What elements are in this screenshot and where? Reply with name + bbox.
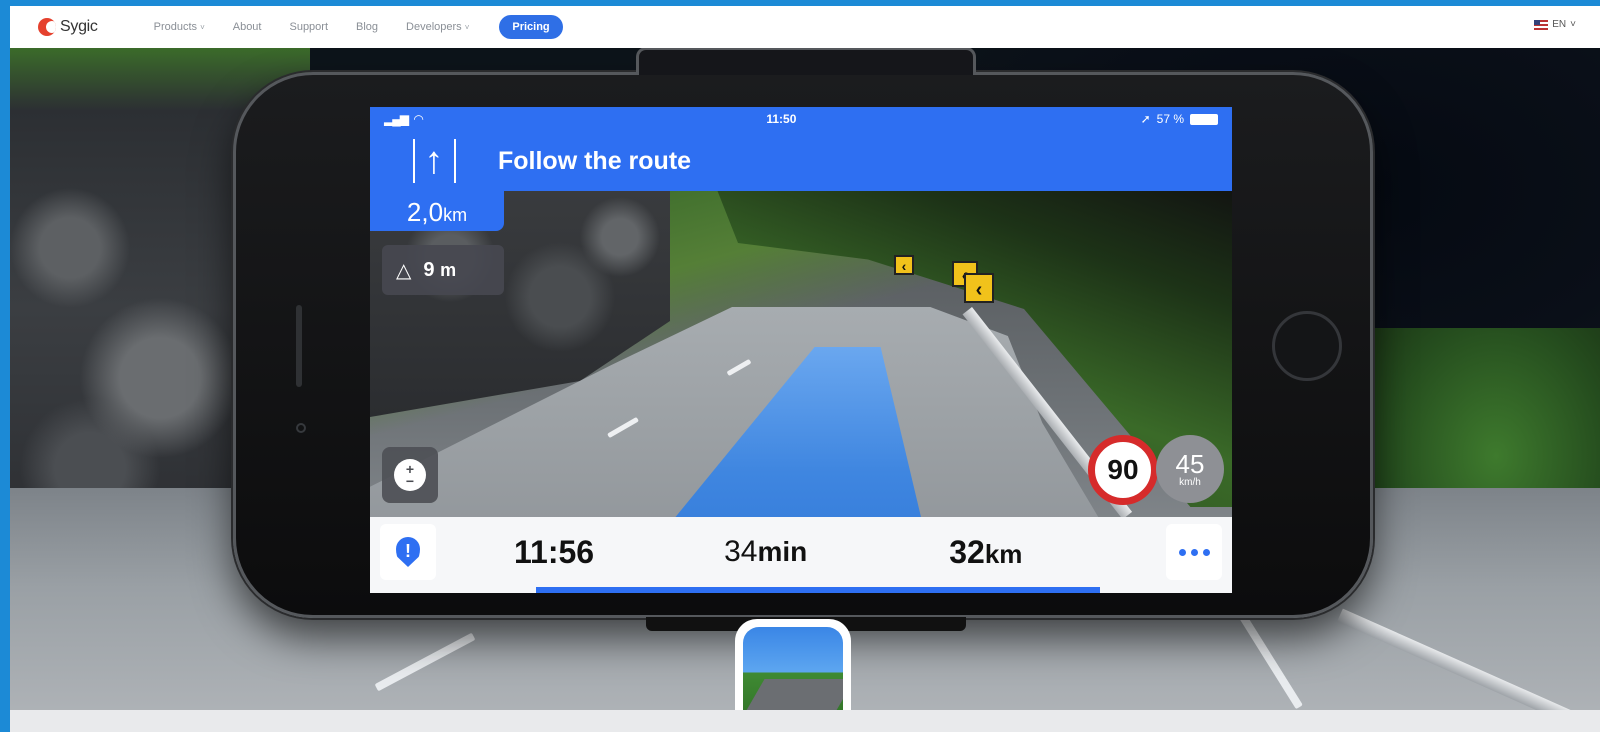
phone-mount-top [636, 47, 976, 75]
phone-speaker [296, 305, 302, 387]
route-progress-bar [536, 587, 1100, 593]
language-selector[interactable]: EN ˅ [1534, 19, 1576, 30]
remaining-distance-unit: km [984, 538, 1023, 569]
navigation-app-screen: ‹ ‹ ‹ ▂▄▆ ◠ 11:50 ➚ 57 % ↑ [370, 107, 1232, 593]
status-bar: ▂▄▆ ◠ 11:50 ➚ 57 % [370, 107, 1232, 131]
report-button[interactable]: ! [380, 524, 436, 580]
straight-arrow-icon: ↑ [424, 140, 444, 182]
nav-developers-label: Developers [406, 21, 462, 33]
status-time: 11:50 [766, 112, 797, 126]
phone-mockup: ‹ ‹ ‹ ▂▄▆ ◠ 11:50 ➚ 57 % ↑ [233, 47, 1373, 631]
exclamation-pin-icon: ! [396, 537, 420, 567]
nav-support-label: Support [289, 21, 329, 33]
chevron-down-icon: ˅ [464, 22, 470, 32]
hazard-distance-unit: m [440, 259, 457, 280]
remaining-duration: 34min [724, 535, 807, 569]
remaining-distance: 32km [949, 534, 1022, 571]
current-speed-value: 45 [1175, 448, 1205, 479]
location-arrow-icon: ➚ [1140, 112, 1151, 126]
more-dots-icon [1178, 548, 1186, 556]
lane-divider [412, 139, 415, 183]
chevron-down-icon: ˅ [200, 22, 205, 32]
remaining-distance-value: 32 [949, 533, 985, 570]
current-speed-unit: km/h [1179, 476, 1201, 488]
nav-blog-label: Blog [356, 21, 379, 33]
nav-about-label: About [232, 21, 262, 33]
more-menu-button[interactable] [1166, 524, 1222, 580]
phone-home-button [1272, 311, 1342, 381]
nav-about[interactable]: About [233, 21, 262, 33]
duration-unit: min [757, 536, 808, 567]
logo-text: Sygic [60, 18, 98, 35]
battery-icon [1190, 113, 1218, 125]
signal-icon: ▂▄▆ [384, 112, 409, 126]
more-dots-icon [1190, 548, 1198, 556]
phone-camera [296, 423, 306, 433]
language-label: EN [1552, 19, 1567, 30]
route-info-bar: ! 11:56 34min 32km [370, 517, 1232, 587]
top-navigation: Sygic Products ˅ About Support Blog Deve… [10, 6, 1600, 48]
nav-products[interactable]: Products ˅ [154, 21, 205, 33]
nav-support[interactable]: Support [289, 21, 328, 33]
nav-products-label: Products [153, 21, 198, 33]
chevron-down-icon: ˅ [1570, 19, 1576, 30]
chevron-sign-icon: ‹ [964, 273, 994, 303]
zoom-plus-minus-icon: + − [394, 459, 426, 491]
signal-wifi-indicator: ▂▄▆ ◠ [384, 112, 423, 126]
lane-guidance: ↑ [400, 131, 468, 191]
zoom-button[interactable]: + − [382, 447, 438, 503]
distance-value: 2,0 [406, 197, 444, 227]
pricing-button[interactable]: Pricing [499, 15, 563, 39]
instruction-banner: ↑ Follow the route [370, 131, 1232, 191]
wifi-icon: ◠ [413, 112, 423, 126]
distance-unit: km [443, 205, 468, 225]
battery-percent: 57 % [1156, 112, 1184, 126]
instruction-text: Follow the route [498, 146, 692, 175]
content-strip [10, 710, 1600, 732]
us-flag-icon [1534, 19, 1549, 30]
nav-developers[interactable]: Developers ˅ [406, 21, 469, 33]
arrival-time: 11:56 [514, 533, 595, 570]
hazard-warning[interactable]: △ 9 m [382, 245, 504, 295]
sygic-logo[interactable]: Sygic [38, 18, 98, 36]
status-right: ➚ 57 % [1141, 112, 1218, 126]
distance-to-turn: 2,0 km [370, 191, 504, 231]
lane-divider [453, 139, 456, 183]
speed-limit-sign: 90 [1088, 435, 1158, 505]
warning-triangle-icon: △ [396, 259, 412, 282]
sygic-logo-icon [38, 18, 56, 36]
hazard-distance-value: 9 [423, 258, 435, 281]
duration-value: 34 [724, 535, 758, 568]
current-speed: 45 km/h [1156, 435, 1224, 503]
more-dots-icon [1202, 548, 1210, 556]
nav-blog[interactable]: Blog [356, 21, 378, 33]
chevron-sign-icon: ‹ [894, 255, 914, 275]
website-viewport: Sygic Products ˅ About Support Blog Deve… [10, 6, 1600, 732]
